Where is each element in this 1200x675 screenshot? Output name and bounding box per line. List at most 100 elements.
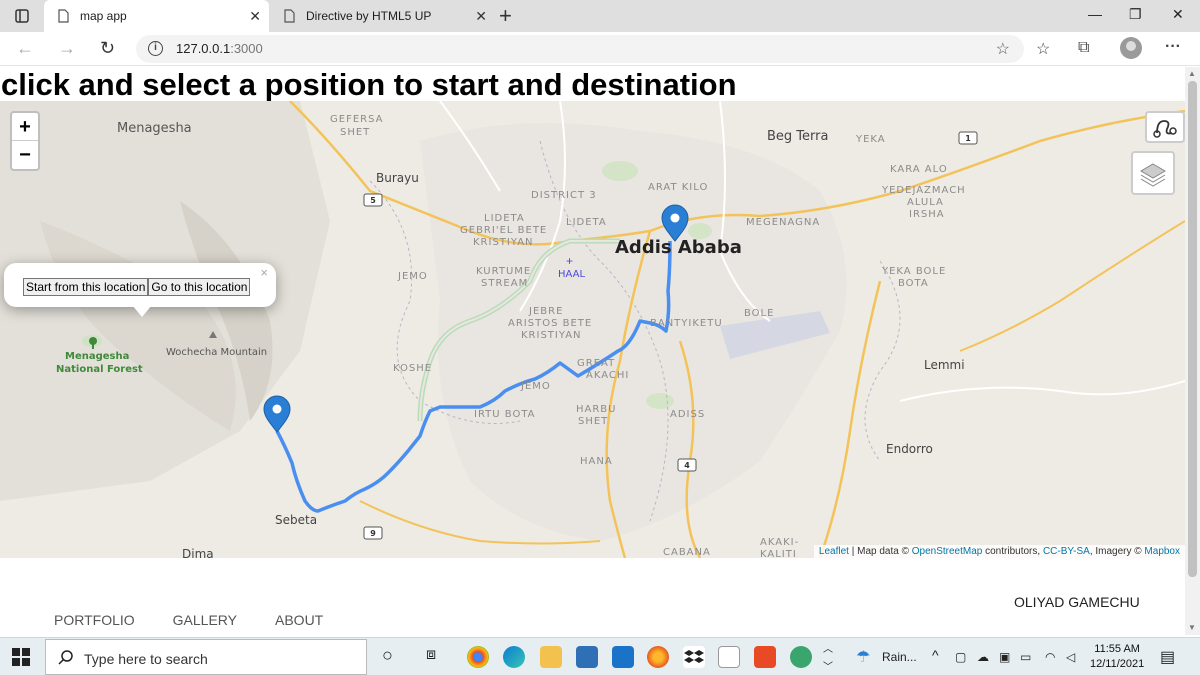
wifi-icon[interactable]: ◠ [1045, 650, 1055, 664]
minimize-button[interactable]: — [1088, 6, 1102, 22]
map-label: Wochecha Mountain [166, 347, 267, 358]
scroll-down-icon[interactable]: ▼ [1188, 623, 1196, 632]
map-label: IRSHA [909, 209, 945, 220]
map-label: SHET [578, 416, 608, 427]
layers-control-button[interactable] [1131, 151, 1175, 195]
store-app-icon[interactable] [576, 646, 598, 668]
start-from-location-button[interactable]: Start from this location [23, 278, 149, 296]
show-hidden-icons-icon[interactable]: ^ [932, 647, 939, 663]
map-label: GREAT [577, 358, 615, 369]
nav-gallery-link[interactable]: GALLERY [173, 612, 237, 628]
zoom-out-button[interactable]: − [12, 141, 38, 169]
chatgpt-app-icon[interactable] [790, 646, 812, 668]
favorites-icon[interactable]: ☆ [1036, 39, 1050, 59]
volume-icon[interactable]: ◁ [1066, 650, 1075, 664]
start-marker-icon [263, 395, 291, 433]
cortana-icon[interactable]: ○ [382, 645, 393, 666]
zoom-control: + − [10, 111, 40, 171]
windows-start-icon[interactable] [12, 648, 30, 666]
map-label: JEMO [520, 381, 551, 392]
chevron-up-icon[interactable]: ︿ [823, 640, 833, 655]
popup-close-icon[interactable]: × [260, 265, 268, 280]
map-container[interactable]: Menagesha GEFERSA SHET Burayu DISTRICT 3… [0, 101, 1185, 558]
tab-directive[interactable]: Directive by HTML5 UP ✕ [270, 0, 495, 32]
more-options-icon[interactable]: ··· [1165, 38, 1181, 56]
close-window-button[interactable]: ✕ [1172, 6, 1184, 23]
info-icon[interactable]: i [148, 41, 163, 56]
back-arrow-icon[interactable]: ← [16, 38, 34, 59]
clock-date: 12/11/2021 [1090, 658, 1145, 670]
hospital-icon: + [566, 254, 573, 268]
refresh-icon[interactable]: ↻ [100, 38, 115, 59]
route-icon [1153, 120, 1177, 138]
add-favorite-icon[interactable]: ☆ [996, 39, 1010, 59]
close-tab-icon[interactable]: ✕ [249, 8, 261, 24]
task-view-icon[interactable]: ⧈ [426, 646, 436, 664]
routing-toggle-button[interactable] [1145, 111, 1185, 143]
nav-portfolio-link[interactable]: PORTFOLIO [54, 612, 135, 628]
onedrive-icon[interactable]: ☁ [977, 650, 989, 664]
file-explorer-icon[interactable] [540, 646, 562, 668]
map-label: KALITI [760, 549, 797, 558]
tab-map-app[interactable]: map app ✕ [44, 0, 269, 32]
license-link[interactable]: CC-BY-SA [1043, 546, 1090, 557]
tab-actions-button[interactable] [8, 5, 36, 27]
screen-capture-icon[interactable]: ▣ [999, 650, 1010, 664]
weather-rain-icon[interactable]: ☂ [856, 647, 870, 667]
map-label: ADISS [670, 409, 705, 420]
nav-about-link[interactable]: ABOUT [275, 612, 323, 628]
map-label-city: Addis Ababa [615, 237, 742, 258]
map-label: KRISTIYAN [473, 237, 534, 248]
edge-app-icon[interactable] [503, 646, 525, 668]
collections-icon[interactable]: ⧉ [1078, 39, 1089, 57]
scroll-up-icon[interactable]: ▲ [1188, 69, 1196, 78]
weather-text[interactable]: Rain... [882, 650, 917, 664]
map-label: SHET [340, 127, 370, 138]
map-label: BOTA [898, 278, 929, 289]
chrome-app-icon[interactable] [467, 646, 489, 668]
amazon-app-icon[interactable] [718, 646, 740, 668]
map-label: YEKA [855, 134, 886, 145]
map-label: HANA [580, 456, 613, 467]
map-label: JEBRE [528, 306, 563, 317]
road-shield: 4 [684, 461, 690, 470]
map-label: YEDEJAZMACH [881, 185, 966, 196]
dropbox-app-icon[interactable] [683, 646, 705, 668]
map-label: KRISTIYAN [521, 330, 582, 341]
leaflet-link[interactable]: Leaflet [819, 546, 849, 557]
mail-app-icon[interactable] [612, 646, 634, 668]
mapbox-link[interactable]: Mapbox [1144, 546, 1180, 557]
map-label: STREAM [481, 278, 528, 289]
footer-nav: PORTFOLIO GALLERY ABOUT [54, 612, 361, 628]
road-shield: 5 [370, 196, 376, 205]
address-bar[interactable]: i 127.0.0.1:3000 ☆ [136, 35, 1024, 63]
close-tab-icon[interactable]: ✕ [475, 8, 487, 24]
taskbar-clock[interactable]: 11:55 AM 12/11/2021 [1090, 642, 1144, 672]
windows-taskbar: Type here to search ○ ⧈ ︿ ﹀ ☂ Rain... ^ … [0, 637, 1200, 675]
scrollbar-thumb[interactable] [1188, 81, 1197, 577]
profile-avatar[interactable] [1120, 37, 1142, 59]
map-label: ALULA [907, 197, 944, 208]
osm-link[interactable]: OpenStreetMap [912, 546, 983, 557]
zoom-in-button[interactable]: + [12, 113, 38, 141]
meet-now-icon[interactable]: ▢ [955, 650, 966, 664]
maximize-button[interactable]: ❐ [1129, 6, 1142, 23]
page-scrollbar[interactable]: ▲ ▼ [1185, 67, 1200, 635]
attribution-text: | Map data © [848, 546, 912, 557]
firefox-app-icon[interactable] [647, 646, 669, 668]
tab-actions-icon [15, 9, 29, 23]
attribution-text: , Imagery © [1089, 546, 1145, 557]
office-app-icon[interactable] [754, 646, 776, 668]
map-label: Menagesha [65, 351, 129, 362]
chevron-down-icon[interactable]: ﹀ [823, 658, 833, 673]
new-tab-button[interactable]: + [499, 3, 512, 29]
map-label: IRTU BOTA [474, 409, 536, 420]
map-label: Sebeta [275, 513, 317, 527]
notifications-icon[interactable]: ▤ [1160, 647, 1175, 667]
attribution-text: contributors, [982, 546, 1043, 557]
taskbar-search-box[interactable]: Type here to search [45, 639, 367, 675]
forward-arrow-icon[interactable]: → [58, 38, 76, 59]
page-content: click and select a position to start and… [0, 67, 1185, 635]
battery-icon[interactable]: ▭ [1020, 650, 1031, 664]
go-to-location-button[interactable]: Go to this location [148, 278, 251, 296]
